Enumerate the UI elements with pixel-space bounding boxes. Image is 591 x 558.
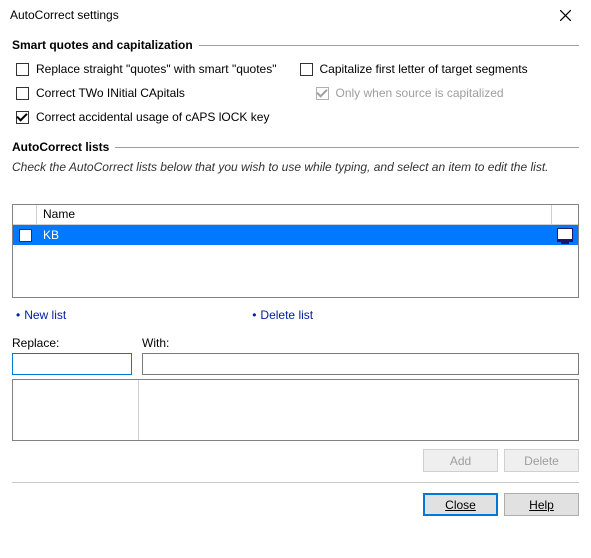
- window-title: AutoCorrect settings: [10, 8, 119, 22]
- replace-input[interactable]: [12, 353, 132, 375]
- table-body: KB: [13, 225, 578, 297]
- checkbox-two-initial-capitals[interactable]: Correct TWo INitial CApitals: [16, 86, 296, 100]
- with-input[interactable]: [142, 353, 579, 375]
- lists-note: Check the AutoCorrect lists below that y…: [12, 160, 579, 174]
- table-header: Name: [13, 205, 578, 225]
- close-button[interactable]: Close: [423, 493, 498, 516]
- table-row[interactable]: KB: [13, 225, 578, 245]
- checkbox-icon[interactable]: [300, 63, 313, 76]
- autocorrect-lists-table: Name KB: [12, 204, 579, 298]
- checkbox-icon[interactable]: [16, 111, 29, 124]
- checkbox-icon[interactable]: [19, 229, 32, 242]
- group-autocorrect-lists: AutoCorrect lists: [12, 140, 579, 154]
- add-button: Add: [423, 449, 498, 472]
- column-icon[interactable]: [552, 205, 578, 224]
- new-list-link[interactable]: • New list: [16, 308, 66, 322]
- checkbox-icon[interactable]: [16, 87, 29, 100]
- help-button[interactable]: Help: [504, 493, 579, 516]
- group-label: Smart quotes and capitalization: [12, 38, 199, 52]
- column-name[interactable]: Name: [37, 205, 552, 224]
- column-check[interactable]: [13, 205, 37, 224]
- replacements-grid[interactable]: [12, 379, 579, 441]
- checkbox-icon: [316, 87, 329, 100]
- group-smart-quotes: Smart quotes and capitalization: [12, 38, 579, 52]
- group-label: AutoCorrect lists: [12, 140, 115, 154]
- titlebar: AutoCorrect settings: [0, 0, 591, 30]
- close-icon[interactable]: [545, 1, 585, 29]
- replace-label: Replace:: [12, 336, 132, 350]
- delete-button: Delete: [504, 449, 579, 472]
- checkbox-capitalize-first[interactable]: Capitalize first letter of target segmen…: [300, 62, 580, 76]
- monitor-icon: [557, 228, 573, 242]
- delete-list-link[interactable]: • Delete list: [252, 308, 313, 322]
- checkbox-icon[interactable]: [16, 63, 29, 76]
- checkbox-only-source: Only when source is capitalized: [316, 86, 580, 100]
- row-name: KB: [37, 228, 552, 242]
- checkbox-replace-quotes[interactable]: Replace straight "quotes" with smart "qu…: [16, 62, 296, 76]
- with-label: With:: [142, 336, 579, 350]
- checkbox-caps-lock[interactable]: Correct accidental usage of cAPS lOCK ke…: [16, 110, 296, 124]
